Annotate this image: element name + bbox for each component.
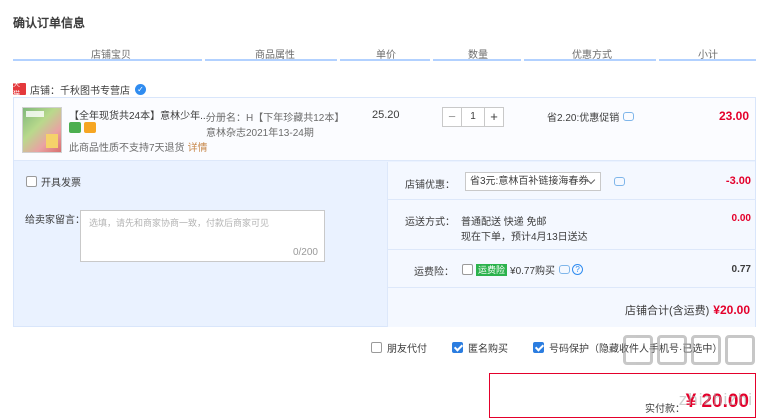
number-protect-checkbox[interactable] (533, 342, 544, 353)
anonymous-option[interactable]: 匿名购买 (452, 340, 508, 355)
store-name-link[interactable]: 千秋图书专营店 (60, 82, 130, 97)
store-total-label: 店铺合计(含运费) (624, 305, 710, 317)
message-placeholder: 选填，请先和商家协商一致，付款后商家可见 (89, 218, 270, 228)
insurance-label: 运费险： (414, 267, 454, 278)
chat-bubble-icon[interactable] (614, 177, 625, 186)
shipping-row: 运送方式： 普通配送 快递 免邮 现在下单，预计4月13日送达 0.00 (388, 200, 756, 250)
help-icon[interactable]: ? (572, 264, 584, 275)
message-label: 给卖家留言： (25, 215, 85, 226)
detail-link[interactable]: 详情 (188, 143, 208, 154)
store-total: 店铺合计(含运费) ¥20.00 (625, 302, 750, 318)
column-underline (659, 59, 756, 61)
shipping-method: 普通配送 快递 免邮 (461, 217, 547, 228)
friend-pay-option[interactable]: 朋友代付 (371, 340, 427, 355)
column-underline (524, 59, 656, 61)
book-thumbnail[interactable] (22, 107, 62, 153)
insurance-price: ¥0.77购买 (510, 266, 556, 277)
chat-bubble-icon[interactable] (623, 112, 635, 121)
shipping-eta: 现在下单，预计4月13日送达 (461, 232, 588, 243)
credit-card-icon[interactable] (84, 122, 96, 133)
friend-pay-checkbox[interactable] (371, 342, 382, 353)
insurance-row: 运费险： 运费险 ¥0.77购买 ? 0.77 (388, 250, 756, 288)
insurance-checkbox[interactable] (462, 264, 473, 275)
item-subtotal: 23.00 (718, 109, 749, 123)
column-underline (433, 59, 521, 61)
store-label: 店铺： (30, 85, 60, 97)
store-discount-select[interactable]: 省3元:意林百补链接海春券 (465, 172, 601, 191)
column-underline (205, 59, 337, 61)
quantity-stepper: − 1 + (442, 107, 504, 127)
anonymous-label: 匿名购买 (468, 344, 508, 355)
invoice-checkbox[interactable] (26, 176, 37, 187)
insurance-tag: 运费险 (476, 263, 508, 276)
sku-line-2: 意林杂志2021年13-24期 (206, 128, 314, 139)
store-discount-label: 店铺优惠： (405, 180, 455, 191)
no-return-notice: 此商品性质不支持7天退货 详情 (69, 143, 208, 154)
invoice-option[interactable]: 开具发票 (26, 174, 81, 189)
friend-pay-label: 朋友代付 (387, 344, 427, 355)
quantity-decrease-button[interactable]: − (442, 107, 462, 127)
shipping-amount: 0.00 (731, 213, 751, 224)
quantity-increase-button[interactable]: + (484, 107, 504, 127)
quantity-input[interactable]: 1 (462, 107, 484, 127)
item-service-icons (69, 122, 96, 133)
page-title: 确认订单信息 (13, 16, 86, 30)
service-guarantee-icon[interactable] (69, 122, 81, 133)
item-discount: 省2.20:优惠促销 (547, 109, 635, 124)
column-underline (340, 59, 430, 61)
wangwang-chat-icon[interactable]: ✓ (135, 83, 146, 95)
store-row: 天猫 店铺： 千秋图书专营店 ✓ (13, 81, 146, 98)
watermark-logo-icon (623, 335, 755, 365)
shipping-label: 运送方式： (405, 217, 455, 228)
store-total-amount: ¥20.00 (713, 303, 750, 317)
chat-bubble-icon[interactable] (559, 265, 571, 274)
invoice-label: 开具发票 (41, 178, 81, 189)
message-counter: 0/200 (292, 247, 318, 258)
tmall-badge-icon: 天猫 (13, 81, 26, 98)
store-discount-row: 店铺优惠： 省3元:意林百补链接海春券 -3.00 (388, 162, 756, 200)
item-title-link[interactable]: 【全年现货共24本】意林少年... (69, 107, 208, 122)
store-discount-amount: -3.00 (725, 175, 751, 187)
anonymous-checkbox[interactable] (452, 342, 463, 353)
item-row: 【全年现货共24本】意林少年... 此商品性质不支持7天退货 详情 分册名：H【下… (14, 98, 755, 161)
watermark-text: zhizhizhi (678, 390, 753, 409)
column-underline (13, 59, 202, 61)
unit-price: 25.20 (372, 109, 400, 121)
sku-line-1: 分册名：H【下年珍藏共12本】 (206, 113, 345, 124)
order-box: 【全年现货共24本】意林少年... 此商品性质不支持7天退货 详情 分册名：H【下… (13, 97, 756, 327)
message-textarea[interactable]: 选填，请先和商家协商一致，付款后商家可见 0/200 (80, 210, 325, 262)
insurance-amount: 0.77 (731, 264, 751, 275)
